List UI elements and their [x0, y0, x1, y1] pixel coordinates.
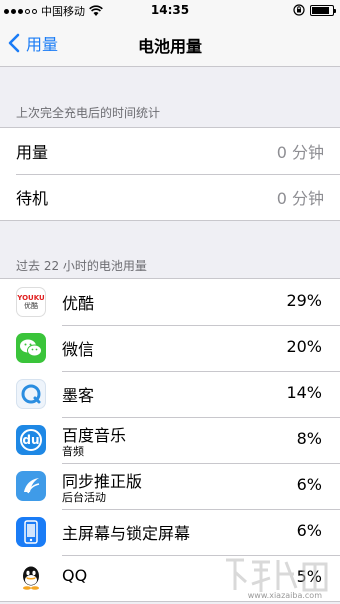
- page-title: 电池用量: [137, 37, 202, 56]
- moke-icon: [16, 379, 46, 409]
- list-item: 微信 20%: [0, 325, 340, 371]
- home-lock-screen-icon: [16, 517, 46, 547]
- section-header-since-charge: 上次完全充电后的时间统计: [16, 106, 161, 120]
- app-percent: 6%: [296, 475, 322, 494]
- status-bar: 中国移动 14:35: [0, 0, 340, 20]
- list-item: YOUKU 优酷 优酷 29%: [0, 279, 340, 325]
- app-percent: 29%: [286, 291, 322, 310]
- watermark-url: www.xiazaiba.com: [247, 591, 322, 600]
- app-name: 优酷: [62, 294, 95, 313]
- app-name: 微信: [62, 340, 95, 359]
- app-subtitle: 音频: [62, 445, 84, 458]
- section-header-usage: 过去 22 小时的电池用量: [16, 259, 147, 273]
- app-name: 主屏幕与锁定屏幕: [62, 524, 191, 543]
- list-item: 同步推正版 后台活动 6%: [0, 463, 340, 509]
- app-percent: 6%: [296, 521, 322, 540]
- status-right: [293, 4, 336, 16]
- youku-icon: YOUKU 优酷: [16, 287, 46, 317]
- list-item: 主屏幕与锁定屏幕 6%: [0, 509, 340, 555]
- usage-time-value: 0 分钟: [276, 143, 324, 162]
- app-subtitle: 后台活动: [62, 491, 106, 504]
- standby-time-value: 0 分钟: [276, 189, 324, 208]
- status-time: 14:35: [150, 3, 190, 17]
- battery-icon: [310, 4, 336, 16]
- list-item: 墨客 14%: [0, 371, 340, 417]
- app-name: 墨客: [62, 386, 95, 405]
- rotation-lock-icon: [293, 4, 305, 16]
- qq-icon: [16, 563, 46, 593]
- baidu-music-icon: du: [16, 425, 46, 455]
- since-charge-group: 用量 0 分钟 待机 0 分钟: [0, 127, 340, 221]
- app-percent: 14%: [286, 383, 322, 402]
- tongbutui-icon: [16, 471, 46, 501]
- usage-time-row: 用量 0 分钟: [0, 128, 340, 174]
- list-item: du 百度音乐 音频 8%: [0, 417, 340, 463]
- app-percent: 20%: [286, 337, 322, 356]
- standby-time-label: 待机: [16, 189, 49, 208]
- wechat-icon: [16, 333, 46, 363]
- navigation-bar: 用量 电池用量: [0, 20, 340, 67]
- app-name: QQ: [62, 566, 88, 585]
- standby-time-row: 待机 0 分钟: [0, 174, 340, 220]
- usage-time-label: 用量: [16, 143, 49, 162]
- app-percent: 8%: [296, 429, 322, 448]
